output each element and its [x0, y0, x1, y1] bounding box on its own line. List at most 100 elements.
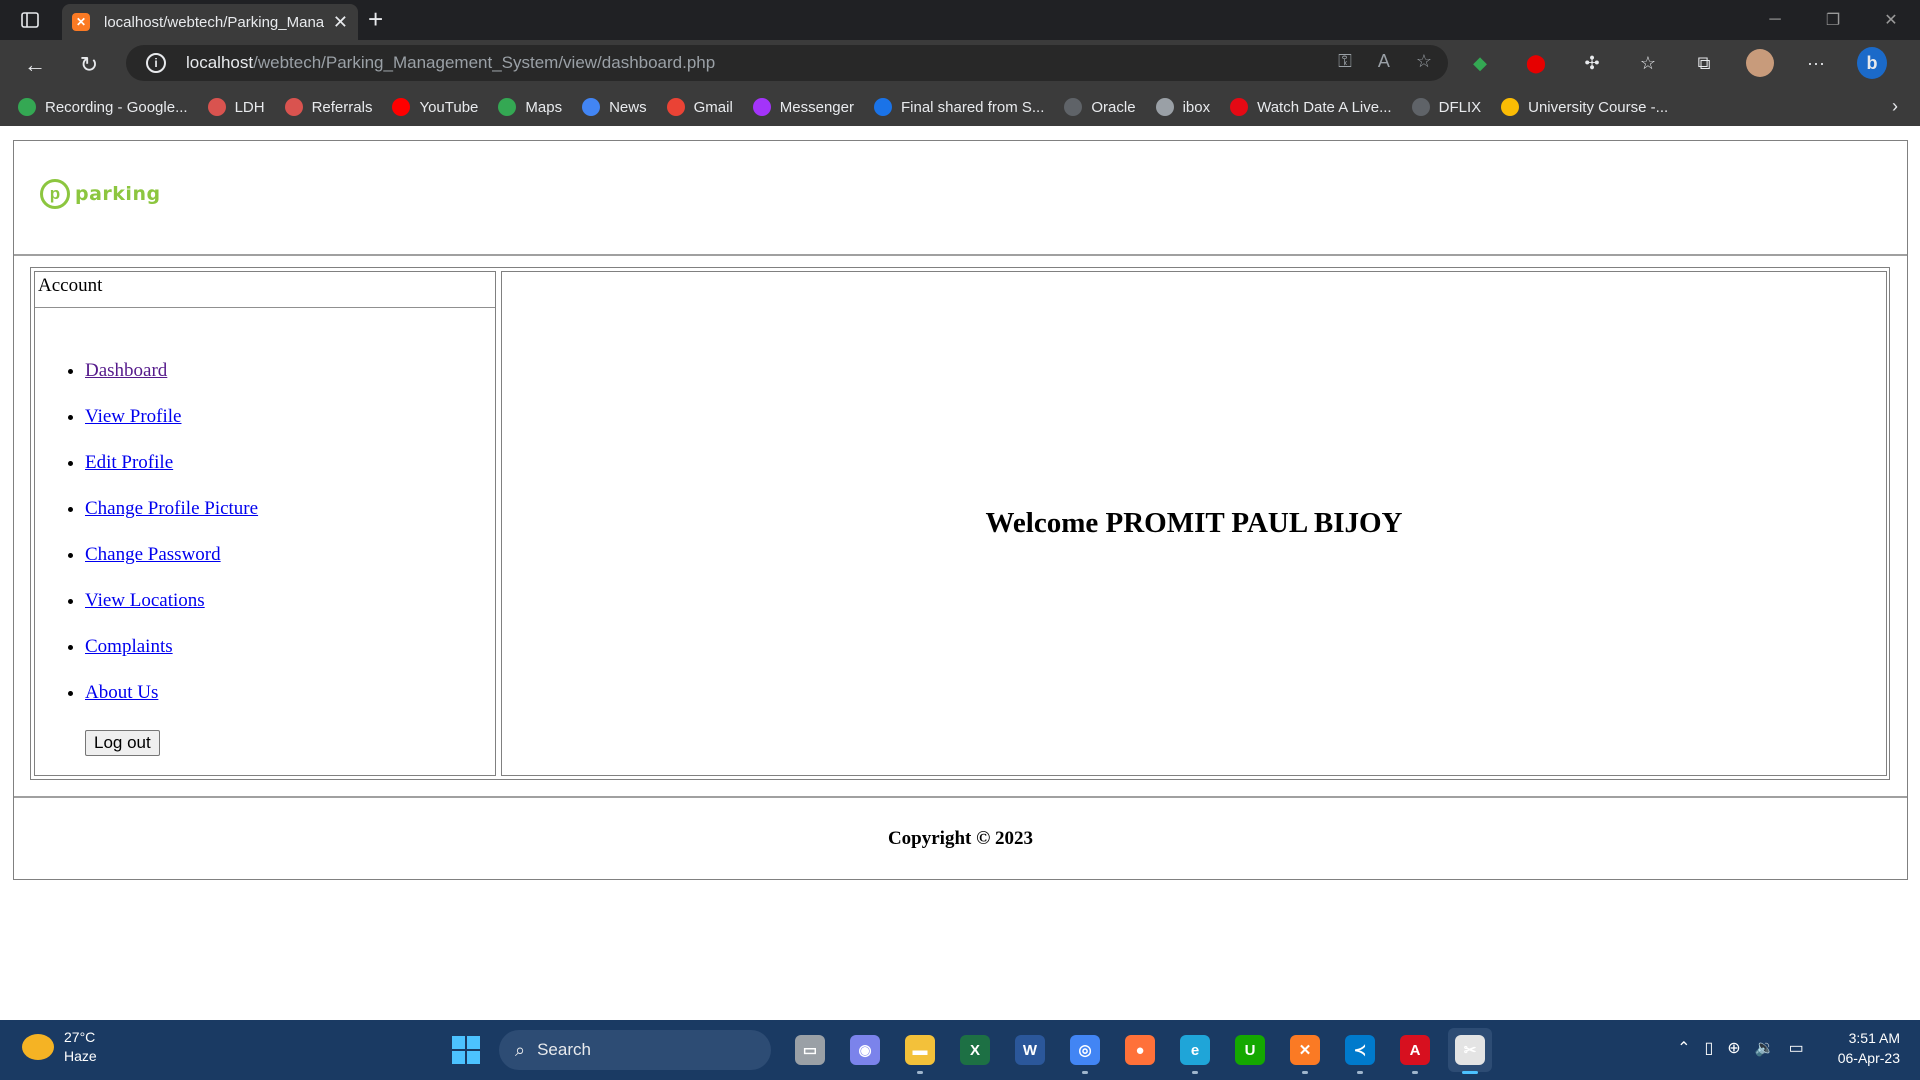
- welcome-message: Welcome PROMIT PAUL BIJOY: [985, 507, 1403, 539]
- bookmark-item[interactable]: Gmail: [666, 98, 733, 116]
- taskbar-app[interactable]: W: [1008, 1028, 1052, 1072]
- xampp-icon: ✕: [1290, 1035, 1320, 1065]
- ldh-icon: [207, 98, 226, 116]
- taskbar-app[interactable]: ◎: [1063, 1028, 1107, 1074]
- menu-link-complaints[interactable]: Complaints: [85, 636, 173, 657]
- browser-tab-active[interactable]: ✕ localhost/webtech/Parking_Mana ✕: [62, 4, 358, 40]
- page-header: p parking: [14, 141, 1907, 256]
- bookmark-label: Gmail: [693, 98, 733, 116]
- browser-nav-bar: ← ↻ i localhost/webtech/Parking_Manageme…: [0, 40, 1920, 88]
- close-window-icon[interactable]: ✕: [1862, 0, 1920, 40]
- tab-close-icon[interactable]: ✕: [333, 12, 348, 33]
- bookmark-item[interactable]: Final shared from S...: [873, 98, 1044, 116]
- menu-link-edit-profile[interactable]: Edit Profile: [85, 452, 173, 473]
- reload-icon[interactable]: ↻: [74, 50, 104, 80]
- taskbar-app[interactable]: U: [1228, 1028, 1272, 1072]
- menu-item: About Us: [85, 682, 495, 728]
- extensions-icon[interactable]: ✣: [1577, 48, 1607, 78]
- bookmark-item[interactable]: Recording - Google...: [18, 98, 188, 116]
- menu-item: Edit Profile: [85, 452, 495, 498]
- key-icon[interactable]: ⚿: [1338, 51, 1352, 72]
- bookmark-item[interactable]: Watch Date A Live...: [1230, 98, 1392, 116]
- taskbar-app[interactable]: X: [953, 1028, 997, 1072]
- extension-drive-icon[interactable]: ◆: [1465, 48, 1495, 78]
- taskbar-app[interactable]: ▭: [788, 1028, 832, 1072]
- page-viewport: p parking Account Dashboard View Profile E…: [0, 126, 1920, 1020]
- firefox-icon: ●: [1125, 1035, 1155, 1065]
- copyright-text: Copyright © 2023: [887, 827, 1034, 849]
- tab-title: localhost/webtech/Parking_Mana: [104, 13, 324, 31]
- snipping-tool-icon: ✂: [1455, 1035, 1485, 1065]
- address-bar[interactable]: i localhost/webtech/Parking_Management_S…: [126, 45, 1448, 81]
- bookmark-item[interactable]: Referrals: [284, 98, 372, 116]
- messenger-icon: [752, 98, 771, 116]
- menu-item: Dashboard: [85, 360, 495, 406]
- menu-link-view-profile[interactable]: View Profile: [85, 406, 181, 427]
- xampp-favicon-icon: ✕: [72, 13, 90, 31]
- back-icon[interactable]: ←: [20, 50, 50, 80]
- taskbar-app[interactable]: ●: [1118, 1028, 1162, 1072]
- main-content-table: Account Dashboard View Profile Edit Profil…: [30, 267, 1890, 780]
- taskbar-app[interactable]: A: [1393, 1028, 1437, 1074]
- bookmark-item[interactable]: ibox: [1155, 98, 1210, 116]
- windows-start-icon[interactable]: [444, 1028, 488, 1072]
- menu-item: View Locations: [85, 590, 495, 636]
- edge-icon: e: [1180, 1035, 1210, 1065]
- menu-item: View Profile: [85, 406, 495, 452]
- volume-icon[interactable]: 🔉: [1755, 1038, 1775, 1058]
- taskbar-app[interactable]: ✂: [1448, 1028, 1492, 1074]
- read-aloud-icon[interactable]: A: [1378, 51, 1390, 72]
- bookmark-item[interactable]: DFLIX: [1411, 98, 1481, 116]
- bookmark-item[interactable]: Maps: [498, 98, 562, 116]
- weather-widget[interactable]: 27°C Haze: [22, 1028, 97, 1066]
- watch-icon: [1230, 98, 1249, 116]
- tab-actions-icon[interactable]: [16, 8, 44, 32]
- menu-link-dashboard[interactable]: Dashboard: [85, 360, 167, 381]
- taskbar-app[interactable]: ✕: [1283, 1028, 1327, 1074]
- cloud-icon: [873, 98, 892, 116]
- google-drive-icon: [18, 98, 36, 116]
- minimize-icon[interactable]: ─: [1746, 0, 1804, 40]
- layout-table: p parking Account Dashboard View Profile E…: [13, 140, 1908, 880]
- menu-link-change-profile-picture[interactable]: Change Profile Picture: [85, 498, 258, 519]
- url-text[interactable]: localhost/webtech/Parking_Management_Sys…: [186, 53, 715, 73]
- battery-icon[interactable]: ▭: [1789, 1038, 1804, 1058]
- ibox-icon: [1155, 98, 1174, 116]
- account-sidebar: Account Dashboard View Profile Edit Profil…: [34, 271, 496, 776]
- restore-icon[interactable]: ❐: [1804, 0, 1862, 40]
- bookmark-item[interactable]: LDH: [207, 98, 265, 116]
- teams-chat-icon: ◉: [850, 1035, 880, 1065]
- menu-link-change-password[interactable]: Change Password: [85, 544, 221, 565]
- battery-usb-icon[interactable]: ▯: [1704, 1038, 1713, 1058]
- site-info-icon[interactable]: i: [146, 53, 166, 73]
- more-options-icon[interactable]: ···: [1801, 48, 1831, 78]
- bookmark-item[interactable]: News: [582, 98, 647, 116]
- taskbar-app[interactable]: ◉: [843, 1028, 887, 1072]
- favorites-icon[interactable]: ☆: [1633, 48, 1663, 78]
- show-hidden-icons-icon[interactable]: ⌃: [1677, 1038, 1690, 1058]
- system-tray: ⌃ ▯ ⊕ 🔉 ▭ 3:51 AM 06-Apr-23: [1677, 1028, 1900, 1068]
- adblock-icon[interactable]: ⬤: [1521, 48, 1551, 78]
- bookmark-item[interactable]: YouTube: [392, 98, 478, 116]
- task-view-icon: ▭: [795, 1035, 825, 1065]
- menu-link-view-locations[interactable]: View Locations: [85, 590, 205, 611]
- menu-link-about-us[interactable]: About Us: [85, 682, 158, 703]
- more-bookmarks-icon[interactable]: ›: [1892, 96, 1898, 117]
- bookmark-item[interactable]: Messenger: [752, 98, 854, 116]
- bing-copilot-icon[interactable]: b: [1857, 47, 1887, 79]
- network-icon[interactable]: ⊕: [1727, 1038, 1740, 1058]
- profile-avatar-icon[interactable]: [1745, 48, 1775, 78]
- collections-icon[interactable]: ⧉: [1689, 48, 1719, 78]
- google-drive-icon: [1501, 98, 1520, 116]
- taskbar-app[interactable]: ▬: [898, 1028, 942, 1074]
- taskbar-search[interactable]: ⌕ Search: [499, 1030, 771, 1070]
- new-tab-icon[interactable]: +: [368, 4, 383, 35]
- taskbar-app[interactable]: e: [1173, 1028, 1217, 1074]
- logout-button[interactable]: Log out: [85, 730, 160, 756]
- bookmark-item[interactable]: Oracle: [1064, 98, 1136, 116]
- page-icon: [1064, 98, 1083, 116]
- bookmark-item[interactable]: University Course -...: [1501, 98, 1668, 116]
- taskbar-app[interactable]: ≺: [1338, 1028, 1382, 1074]
- add-favorite-icon[interactable]: ☆: [1416, 51, 1432, 72]
- clock[interactable]: 3:51 AM 06-Apr-23: [1838, 1028, 1900, 1068]
